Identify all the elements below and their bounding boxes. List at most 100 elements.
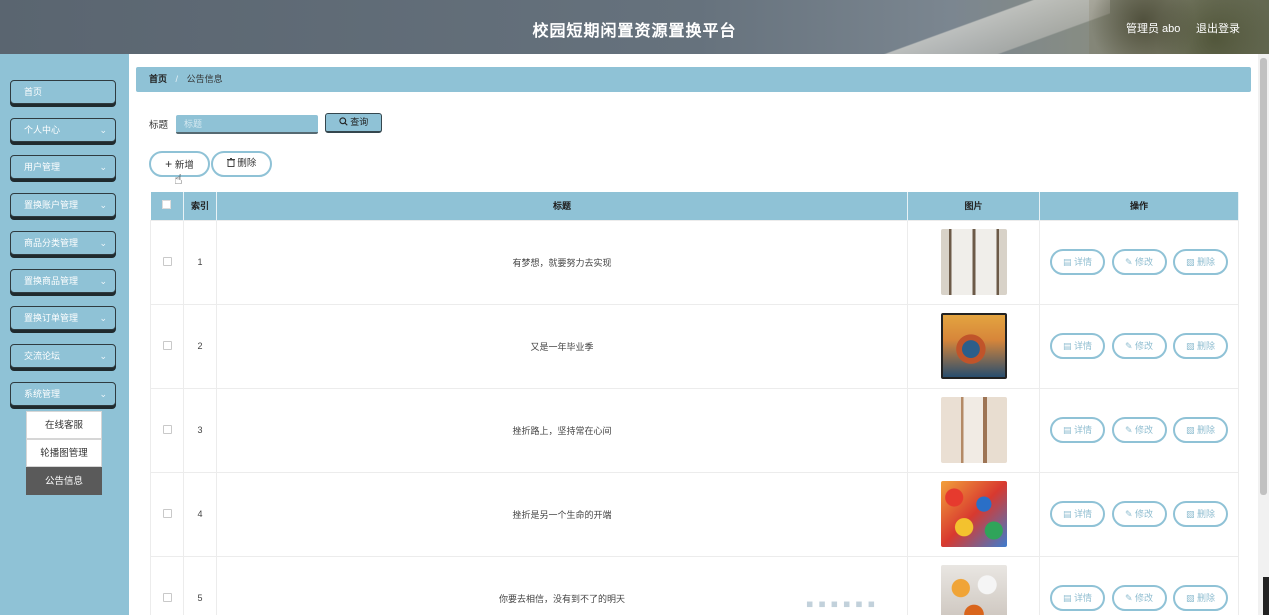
add-button-label: 新增 [174,160,194,171]
chevron-down-icon: ⌄ [99,389,107,399]
delete-button[interactable]: ▧ 删除 [1173,333,1229,359]
pencil-icon: ✎ [1124,425,1133,435]
trash-icon: ▧ [1185,257,1195,267]
ime-toolbar-icon: ◾◾◾◾◾◾ [806,599,880,610]
row-actions: ▤ 详情 ✎ 修改 ▧ 删除 [1039,555,1239,615]
sidebar-item-label: 置换订单管理 [24,313,79,323]
row-select-cell [150,555,184,615]
sidebar-item-exchange-account[interactable]: 置换账户管理 ⌄ [10,193,116,217]
select-all-checkbox[interactable] [162,200,172,210]
sidebar-item-label: 用户管理 [24,162,61,172]
logout-link[interactable]: 退出登录 [1196,20,1240,36]
breadcrumb-home[interactable]: 首页 [149,74,167,84]
edit-button[interactable]: ✎ 修改 [1111,333,1167,359]
edit-button-label: 修改 [1135,509,1154,519]
sidebar-item-forum[interactable]: 交流论坛 ⌄ [10,344,116,368]
document-icon: ▤ [1062,593,1072,603]
edit-button[interactable]: ✎ 修改 [1111,249,1167,275]
row-image-cell [907,219,1040,305]
delete-button[interactable]: ▧ 删除 [1173,417,1229,443]
toys-image [940,481,1007,547]
column-header-image: 图片 [907,192,1040,220]
detail-button-label: 详情 [1073,425,1092,435]
scrollbar-thumb[interactable] [1260,58,1267,495]
bulk-delete-button-label: 删除 [237,158,257,169]
row-index: 5 [183,555,217,615]
sidebar-item-exchange-goods[interactable]: 置换商品管理 ⌄ [10,269,116,293]
current-user-label: 管理员 abo [1126,23,1181,35]
detail-button[interactable]: ▤ 详情 [1049,501,1105,527]
detail-button-label: 详情 [1073,509,1092,519]
chevron-down-icon: ⌄ [99,313,107,323]
search-icon [339,117,348,126]
row-checkbox[interactable] [162,256,172,266]
delete-button[interactable]: ▧ 删除 [1173,501,1229,527]
sidebar-item-label: 置换账户管理 [24,200,79,210]
detail-button-label: 详情 [1073,593,1092,603]
detail-button-label: 详情 [1073,257,1092,267]
main-content: 首页 / 公告信息 标题 查询 + 新增 删除 ☝ 索引 标题 [129,54,1258,615]
search-title-input[interactable] [176,115,318,134]
row-title: 又是一年毕业季 [216,303,908,389]
sidebar-item-label: 商品分类管理 [24,238,79,248]
food-image [940,565,1007,615]
delete-button[interactable]: ▧ 删除 [1173,585,1229,611]
document-icon: ▤ [1062,341,1072,351]
row-checkbox[interactable] [162,424,172,434]
chevron-down-icon: ⌄ [99,125,107,135]
trash-icon: ▧ [1185,509,1195,519]
edit-button-label: 修改 [1135,257,1154,267]
page-scrollbar[interactable] [1258,54,1269,615]
submenu-item-online-service[interactable]: 在线客服 [26,411,102,439]
detail-button[interactable]: ▤ 详情 [1049,333,1105,359]
sidebar-item-home[interactable]: 首页 [10,80,116,104]
sidebar-item-personal-center[interactable]: 个人中心 ⌄ [10,118,116,142]
sidebar-item-system-management[interactable]: 系统管理 ⌄ [10,382,116,406]
trash-icon: ▧ [1185,593,1195,603]
bulk-delete-button[interactable]: 删除 [211,151,272,177]
edit-button[interactable]: ✎ 修改 [1111,417,1167,443]
sidebar-item-label: 交流论坛 [24,351,61,361]
pencil-icon: ✎ [1124,257,1133,267]
detail-button[interactable]: ▤ 详情 [1049,249,1105,275]
detail-button[interactable]: ▤ 详情 [1049,585,1105,611]
submenu-item-carousel[interactable]: 轮播图管理 [26,439,102,467]
row-image-cell [907,387,1040,473]
row-image-cell [907,303,1040,389]
sidebar-item-label: 首页 [24,87,43,97]
row-actions: ▤ 详情 ✎ 修改 ▧ 删除 [1039,471,1239,557]
row-checkbox[interactable] [162,592,172,602]
sidebar-item-label: 个人中心 [24,125,61,135]
chevron-down-icon: ⌄ [99,200,107,210]
detail-button[interactable]: ▤ 详情 [1049,417,1105,443]
submenu-item-announcements[interactable]: 公告信息 [26,467,102,495]
breadcrumb: 首页 / 公告信息 [136,67,1251,92]
row-select-cell [150,303,184,389]
edit-button-label: 修改 [1135,593,1154,603]
sidebar-item-category-management[interactable]: 商品分类管理 ⌄ [10,231,116,255]
row-checkbox[interactable] [162,508,172,518]
detail-button-label: 详情 [1073,341,1092,351]
document-icon: ▤ [1062,509,1072,519]
row-checkbox[interactable] [162,340,172,350]
row-title: 挫折路上，坚持常在心间 [216,387,908,473]
row-title: 挫折是另一个生命的开端 [216,471,908,557]
row-actions: ▤ 详情 ✎ 修改 ▧ 删除 [1039,303,1239,389]
query-button[interactable]: 查询 [325,113,382,133]
sidebar: 首页 个人中心 ⌄ 用户管理 ⌄ 置换账户管理 ⌄ 商品分类管理 ⌄ 置换商品管… [0,54,129,615]
fridge-image [940,229,1007,295]
delete-button-label: 删除 [1197,257,1216,267]
delete-button-label: 删除 [1197,509,1216,519]
delete-button[interactable]: ▧ 删除 [1173,249,1229,275]
pencil-icon: ✎ [1124,509,1133,519]
sidebar-item-label: 置换商品管理 [24,276,79,286]
announcements-table: 索引 标题 图片 操作 1 有梦想，就要努力去实现 ▤ 详情 ✎ 修改 ▧ 删除 [150,192,1239,615]
breadcrumb-separator: / [175,74,179,84]
sidebar-item-label: 系统管理 [24,389,61,399]
sidebar-item-exchange-orders[interactable]: 置换订单管理 ⌄ [10,306,116,330]
table-row: 4 挫折是另一个生命的开端 ▤ 详情 ✎ 修改 ▧ 删除 [150,471,1239,557]
edit-button[interactable]: ✎ 修改 [1111,501,1167,527]
sidebar-item-user-management[interactable]: 用户管理 ⌄ [10,155,116,179]
chevron-down-icon: ⌄ [99,238,107,248]
edit-button[interactable]: ✎ 修改 [1111,585,1167,611]
